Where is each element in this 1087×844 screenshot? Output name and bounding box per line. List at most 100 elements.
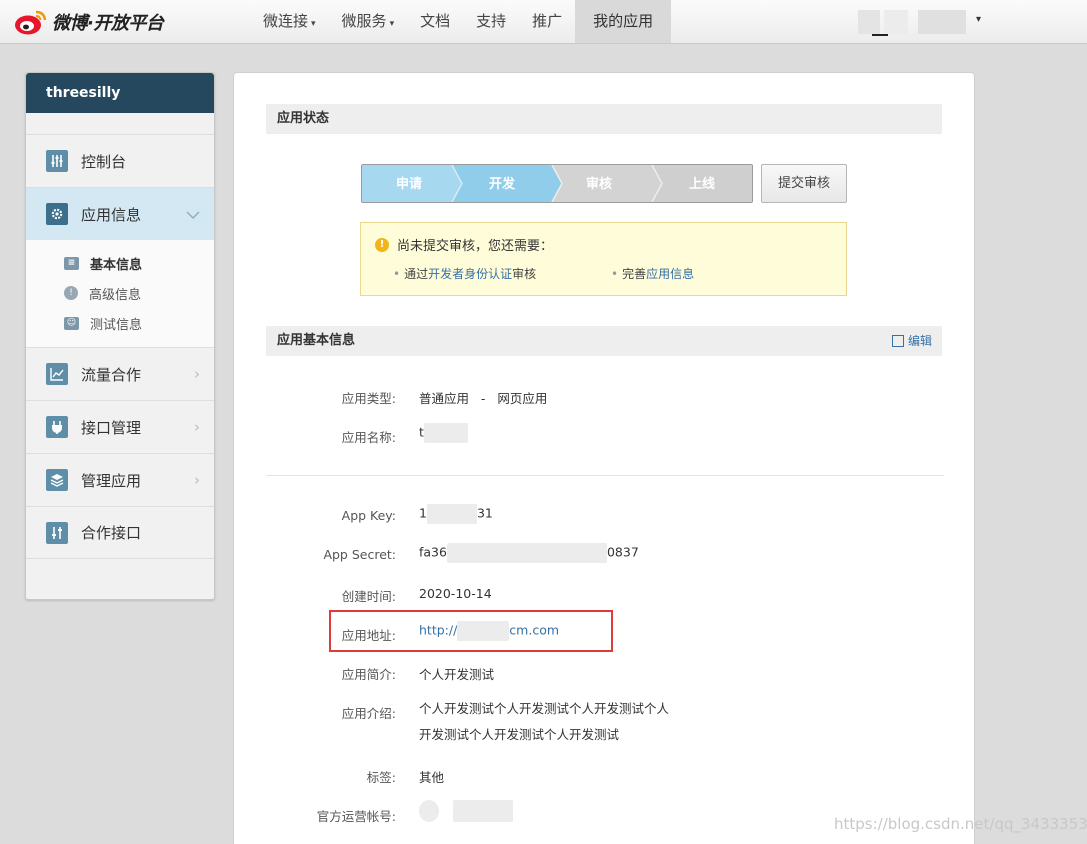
sidebar-item-label: 合作接口 [81,524,142,542]
key-suffix: 31 [476,505,493,521]
blurred-username [884,10,908,34]
field-label: App Key: [341,508,396,523]
sidebar-item-console[interactable]: 控制台 [26,134,214,187]
field-value: 其他 [419,770,445,785]
step-label-apply: 申请 [396,176,422,192]
nav-item-promotion[interactable]: 推广 [519,0,575,43]
edit-button[interactable]: 编辑 [891,326,932,356]
chevron-right-icon: › [194,365,200,383]
app-url-link[interactable]: http:// cm.com [419,621,559,641]
field-label: 应用介绍: [341,706,396,721]
field-label: 应用简介: [341,667,396,682]
step-label-online: 上线 [689,176,715,192]
sidebar-item-label: 控制台 [81,152,127,171]
bullet-icon: • [393,267,401,281]
redacted-url [457,621,510,641]
line-chart-icon [46,363,68,385]
todo-text: 审核 [512,267,537,281]
redacted-app-name [423,423,468,443]
brand-name: 微博·开放平台 [52,13,164,34]
submit-review-button[interactable]: 提交审核 [761,164,847,203]
key-prefix: 1 [419,505,427,521]
sidebar-item-manage-apps[interactable]: 管理应用 › [26,453,214,506]
todo-text: 完善 [622,267,647,281]
field-label: 应用地址: [341,628,396,643]
field-label: 应用类型: [341,391,396,406]
main-nav: 微连接 ▾ 微服务 ▾ 文档 支持 推广 我的应用 [250,0,672,43]
sidebar-item-label: 接口管理 [81,418,142,437]
field-label: 创建时间: [341,589,396,604]
chevron-down-icon [186,205,200,223]
sidebar-subitem-basic-info[interactable]: ≡ 基本信息 [64,253,142,273]
bullet-icon: • [611,267,619,281]
sidebar-app-name: threesilly [26,73,214,113]
app-status-section-title: 应用状态 [266,104,942,134]
chevron-right-icon: › [194,418,200,436]
redacted-app-key [426,504,477,524]
sidebar-subitem-advanced-info[interactable]: ! 高级信息 [64,283,141,303]
field-label: 应用名称: [341,430,396,445]
field-label: 标签: [366,770,396,785]
field-value: 个人开发测试个人开发测试个人开发测试个人开发测试个人开发测试个人开发测试 [419,701,670,742]
id-card-icon: ≡ [64,256,79,270]
sidebar-item-partner-api[interactable]: 合作接口 [26,506,214,559]
weibo-open-platform-logo[interactable]: 微博·开放平台 [14,7,164,37]
sidebar-subitem-label: 测试信息 [90,317,143,333]
step-label-develop: 开发 [489,176,516,192]
chevron-down-icon: ▾ [311,19,316,29]
sidebar-item-api-manage[interactable]: 接口管理 › [26,400,214,453]
sidebar-subitem-label: 高级信息 [89,287,142,303]
developer-verification-link[interactable]: 开发者身份认证 [428,267,512,281]
user-card-icon: ☺ [64,316,79,330]
chevron-right-icon: › [194,471,200,489]
todo-item-app-info: • 完善应用信息 [611,265,694,282]
nav-item-docs[interactable]: 文档 [407,0,463,43]
pending-review-notice: ! 尚未提交审核，您还需要： • 通过开发者身份认证审核 • 完善应用信息 [360,222,847,296]
todo-item-identity: • 通过开发者身份认证审核 [393,265,536,282]
csdn-watermark: https://blog.csdn.net/qq_34333537 [834,815,1087,833]
gear-icon [46,203,68,225]
warning-icon: ! [375,237,389,252]
sliders-icon [46,521,68,544]
edit-label: 编辑 [907,334,932,348]
secret-suffix: 0837 [606,544,639,560]
main-content-panel: 应用状态 申请 开发 审核 上线 提交审核 ! 尚未提交审核，您还需要： • 通过… [233,72,975,844]
edit-icon [891,335,904,347]
user-account-menu[interactable] [858,8,970,36]
sidebar-item-app-info[interactable]: 应用信息 [26,187,214,240]
app-status-stepper: 申请 开发 审核 上线 [361,164,753,203]
field-value [419,800,513,822]
field-value: 个人开发测试 [419,667,495,682]
nav-item-micro-connect[interactable]: 微连接 ▾ [250,0,329,43]
field-value: t [419,423,468,443]
sidebar-subitem-test-info[interactable]: ☺ 测试信息 [64,313,142,333]
avatar-underline [872,34,888,36]
url-suffix: cm.com [509,622,560,638]
info-circle-icon: ! [64,286,78,300]
blurred-avatar [858,10,880,34]
section-divider [266,475,944,476]
redacted-account-name [453,800,513,822]
field-value: 1 31 [419,504,493,524]
field-value: 2020-10-14 [419,586,492,601]
notice-title: ! 尚未提交审核，您还需要： [375,235,553,254]
weibo-logo-icon [15,10,47,35]
nav-item-support[interactable]: 支持 [463,0,519,43]
section-title-text: 应用基本信息 [277,333,356,348]
user-menu-caret-icon[interactable]: ▾ [976,14,981,25]
nav-label: 微服务 [341,12,387,30]
app-basic-info-section-title: 应用基本信息 编辑 [266,326,942,356]
top-navigation-bar: 微博·开放平台 微连接 ▾ 微服务 ▾ 文档 支持 推广 我的应用 ▾ [0,0,1087,44]
app-info-link[interactable]: 应用信息 [646,267,694,281]
sidebar-subitem-label: 基本信息 [90,257,143,273]
sidebar-item-label: 流量合作 [81,365,142,384]
nav-item-micro-service[interactable]: 微服务 ▾ [329,0,408,43]
sidebar-item-traffic[interactable]: 流量合作 › [26,347,214,400]
sliders-icon [46,150,68,172]
nav-item-my-apps[interactable]: 我的应用 [575,0,672,43]
chevron-down-icon: ▾ [389,19,395,29]
blurred-username [918,10,966,34]
redacted-app-secret [446,543,607,563]
nav-label: 微连接 [263,12,309,30]
plug-icon [46,416,68,438]
